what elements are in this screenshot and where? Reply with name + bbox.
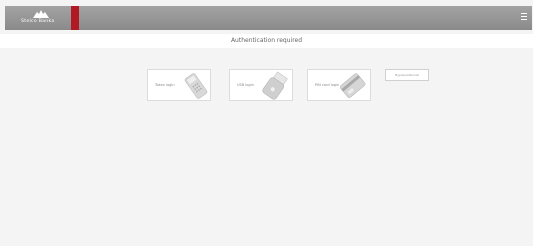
pin-card-login-label: PIN card login [315,83,340,87]
token-login-label: Token login [155,83,175,87]
alternative-login-button[interactable]: Bypass/Alternat [385,69,429,81]
usb-login-card[interactable]: USB login [229,69,293,101]
pin-card-login-card[interactable]: PIN card login [307,69,371,101]
top-bar: Stelco Banka [5,6,532,30]
bank-logo-icon [33,10,49,18]
token-icon [184,73,208,99]
hamburger-icon[interactable] [521,13,527,20]
usb-icon [262,71,288,100]
usb-login-label: USB login [237,83,254,87]
accent-tab [71,6,79,30]
bank-logo[interactable]: Stelco Banka [21,9,69,27]
logo-text: Stelco Banka [21,19,55,24]
token-login-card[interactable]: Token login [147,69,211,101]
page-title: Authentication required [0,34,533,48]
pin-card-icon [339,73,366,98]
